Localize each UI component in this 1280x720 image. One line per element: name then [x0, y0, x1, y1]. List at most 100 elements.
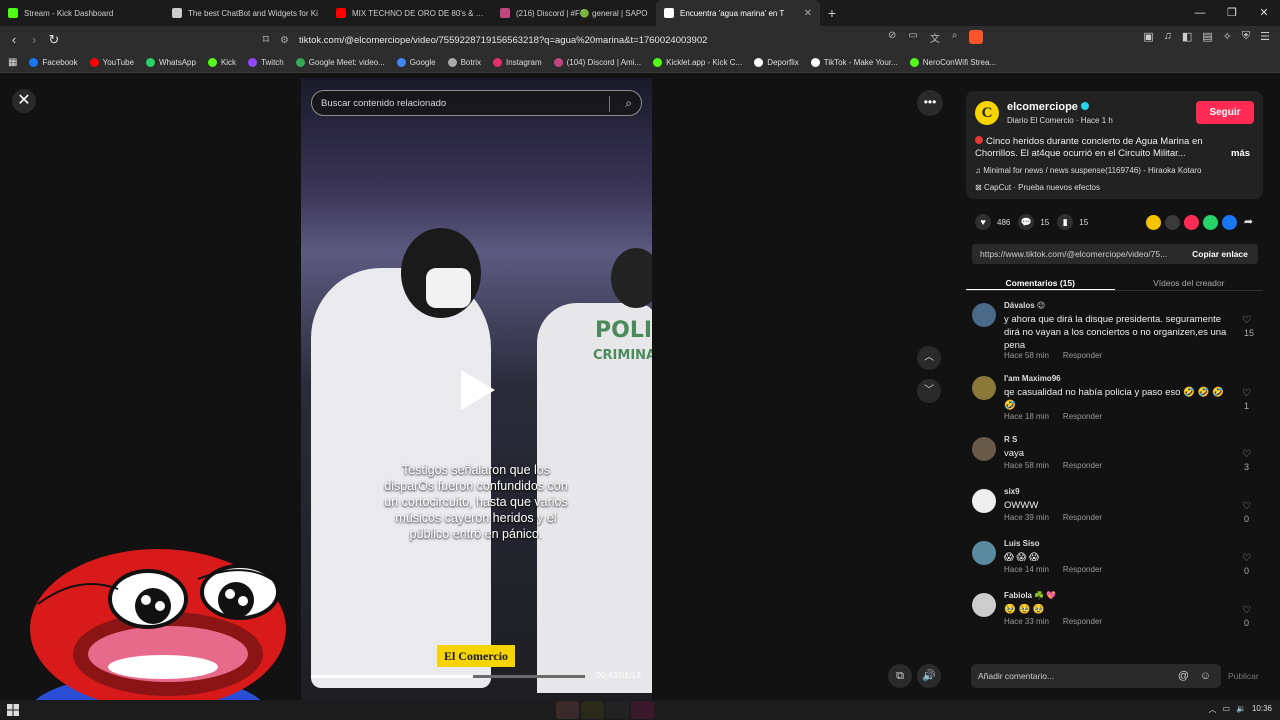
send-icon[interactable] [1184, 215, 1199, 230]
translate-icon[interactable]: 文 [930, 30, 940, 45]
bookmark-item[interactable]: YouTube [89, 58, 134, 67]
floating-player-icon[interactable]: ⧉ [888, 664, 912, 688]
related-search-input[interactable]: Buscar contenido relacionado ⌕ [311, 90, 642, 116]
bookmark-item[interactable]: Instagram [493, 58, 542, 67]
bookmark-item[interactable]: Twitch [248, 58, 284, 67]
browser-tab[interactable]: MIX TECHNO DE ORO DE 80's & 90's [328, 0, 492, 26]
facebook-icon[interactable] [1222, 215, 1237, 230]
tray-chevron-icon[interactable]: ︿ [1208, 704, 1216, 715]
brave-app-icon[interactable] [556, 701, 579, 719]
volume-tray-icon[interactable]: 🔉 [1236, 704, 1246, 715]
reload-icon[interactable]: ↻ [44, 32, 64, 48]
embed-icon[interactable] [1165, 215, 1180, 230]
reply-button[interactable]: Responder [1063, 513, 1102, 522]
commenter-name[interactable]: six9 [1004, 487, 1020, 496]
emoji-icon[interactable]: ☺ [1200, 664, 1211, 688]
comment-like-icon[interactable]: ♡ [1242, 553, 1251, 564]
wallet2-icon[interactable]: ▤ [1202, 30, 1212, 43]
leo-icon[interactable]: ✧ [1223, 30, 1232, 43]
comment-like-icon[interactable]: ♡ [1242, 449, 1251, 460]
commenter-avatar[interactable] [972, 489, 996, 513]
zoom-icon[interactable]: ⌕ [952, 30, 958, 45]
sidebar-icon[interactable]: ◧ [1182, 30, 1192, 43]
comment-input[interactable]: Añadir comentario... @ ☺ [971, 664, 1221, 688]
post-link[interactable]: https://www.tiktok.com/@elcomerciope/vid… [972, 249, 1182, 259]
close-icon[interactable]: ✕ [12, 89, 36, 113]
commenter-name[interactable]: I'am Maximo96 [1004, 374, 1061, 383]
reply-button[interactable]: Responder [1063, 351, 1102, 360]
no-tracking-icon[interactable]: ⊘ [888, 30, 896, 45]
wallet-icon[interactable]: ▣ [1143, 30, 1153, 43]
bookmark-item[interactable]: Kicklet.app - Kick C... [653, 58, 742, 67]
next-video-button[interactable]: ﹀ [917, 379, 941, 403]
play-icon[interactable] [461, 370, 495, 410]
windows-start-icon[interactable] [7, 704, 19, 716]
commenter-avatar[interactable] [972, 593, 996, 617]
save-stat[interactable]: ▮ 15 [1057, 214, 1088, 230]
browser-tab[interactable]: Encuentra 'agua marina' en T ✕ [656, 0, 820, 26]
commenter-avatar[interactable] [972, 303, 996, 327]
comment-stat[interactable]: 💬 15 [1018, 214, 1049, 230]
bookmark-item[interactable]: NeroConWifi Strea... [909, 58, 996, 67]
tab-comments[interactable]: Comentarios (15) [966, 271, 1115, 290]
like-stat[interactable]: ♥ 486 [975, 214, 1010, 230]
reply-button[interactable]: Responder [1063, 565, 1102, 574]
tab-creator-videos[interactable]: Vídeos del creador [1115, 271, 1264, 290]
more-options-icon[interactable]: ••• [917, 90, 943, 116]
copy-link-button[interactable]: Copiar enlace [1182, 249, 1258, 259]
comment-like-icon[interactable]: ♡ [1242, 605, 1251, 616]
creator-username[interactable]: elcomerciope [1007, 101, 1089, 113]
commenter-name[interactable]: Luis Siso [1004, 539, 1040, 548]
capcut-link[interactable]: ⊠ CapCut · Prueba nuevos efectos [975, 183, 1100, 192]
bookmark-item[interactable]: WhatsApp [146, 58, 196, 67]
publish-button[interactable]: Publicar [1228, 671, 1259, 681]
bookmark-icon[interactable]: ⌑ [256, 33, 276, 46]
menu-icon[interactable]: ☰ [1260, 30, 1270, 43]
explorer-app-icon[interactable] [581, 701, 604, 719]
previous-video-button[interactable]: ︿ [917, 346, 941, 370]
reply-button[interactable]: Responder [1063, 617, 1102, 626]
bookmark-item[interactable]: Google [396, 58, 436, 67]
bookmark-item[interactable]: TikTok - Make Your... [810, 58, 898, 67]
mention-icon[interactable]: @ [1178, 664, 1189, 688]
reply-button[interactable]: Responder [1063, 412, 1102, 421]
share-arrow-icon[interactable]: ➦ [1241, 215, 1256, 230]
minimize-button[interactable]: — [1184, 0, 1216, 26]
brave-shield-icon[interactable] [969, 30, 984, 44]
comment-like-icon[interactable]: ♡ [1242, 501, 1251, 512]
commenter-avatar[interactable] [972, 541, 996, 565]
vpn-icon[interactable]: ⛨ [1242, 30, 1250, 43]
commenter-avatar[interactable] [972, 376, 996, 400]
music-credit[interactable]: ♫ Minimal for news / news suspense(11697… [975, 166, 1201, 175]
apps-grid-icon[interactable]: ▦ [8, 57, 17, 68]
commenter-avatar[interactable] [972, 437, 996, 461]
maximize-button[interactable]: ❐ [1216, 0, 1248, 26]
tab-close-icon[interactable]: ✕ [804, 8, 812, 19]
comment-like-icon[interactable]: ♡ [1242, 388, 1251, 399]
commenter-name[interactable]: Dávalos 😉 [1004, 301, 1045, 310]
whatsapp-icon[interactable] [1203, 215, 1218, 230]
back-icon[interactable]: ‹ [4, 32, 24, 47]
search-icon[interactable]: ⌕ [625, 96, 632, 111]
commenter-name[interactable]: Fabiola ☘️ 💖 [1004, 591, 1056, 600]
follow-button[interactable]: Seguir [1196, 101, 1254, 124]
close-window-button[interactable]: ✕ [1248, 0, 1280, 26]
clock[interactable]: 10:36 [1252, 704, 1272, 715]
obs-app-icon[interactable] [606, 701, 629, 719]
browser-tab[interactable]: (216) Discord | #F🟢 general | SAPO [492, 0, 656, 26]
reply-button[interactable]: Responder [1063, 461, 1102, 470]
bookmark-item[interactable]: Google Meet: video... [295, 58, 385, 67]
creator-avatar[interactable]: C [975, 101, 999, 125]
coin-icon[interactable] [1146, 215, 1161, 230]
commenter-name[interactable]: R S [1004, 435, 1017, 444]
cast-icon[interactable]: ▭ [908, 30, 917, 45]
bookmark-item[interactable]: Kick [207, 58, 236, 67]
new-tab-button[interactable]: + [820, 5, 844, 21]
comment-like-icon[interactable]: ♡ [1242, 315, 1251, 326]
bookmark-item[interactable]: Botrix [447, 58, 481, 67]
network-icon[interactable]: ▭ [1222, 704, 1230, 715]
bookmark-item[interactable]: Deporflix [754, 58, 799, 67]
video-player[interactable]: POLI CRIMINAL Buscar contenido relaciona… [301, 78, 652, 700]
music-icon[interactable]: ♫ [1164, 30, 1172, 43]
more-text-button[interactable]: más [1231, 148, 1250, 159]
